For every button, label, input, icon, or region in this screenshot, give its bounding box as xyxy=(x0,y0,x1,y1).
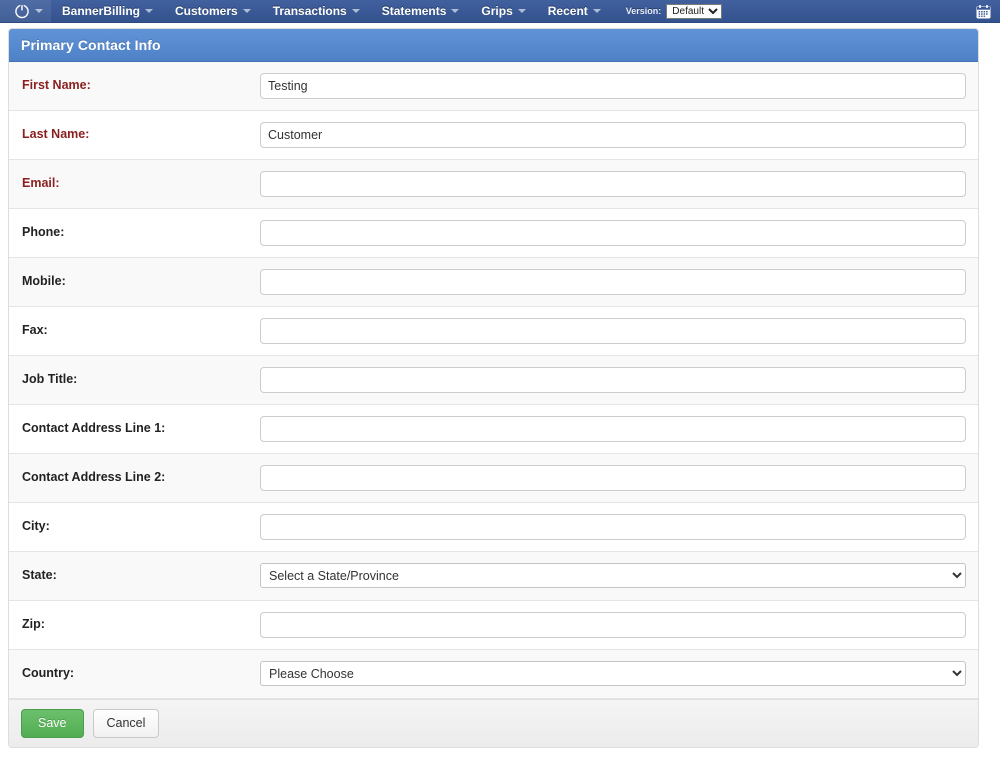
label-address-line-1: Contact Address Line 1: xyxy=(22,421,166,435)
form-row-fax: Fax: xyxy=(9,307,978,356)
chevron-down-icon xyxy=(145,9,154,13)
label-country: Country: xyxy=(22,666,75,680)
nav-menu-transactions[interactable]: Transactions xyxy=(262,0,371,22)
nav-menu-statements[interactable]: Statements xyxy=(371,0,471,22)
cancel-button[interactable]: Cancel xyxy=(92,709,160,738)
state-select[interactable]: Select a State/Province xyxy=(260,563,966,588)
save-button[interactable]: Save xyxy=(21,709,84,738)
form-row-last-name: Last Name: xyxy=(9,111,978,160)
label-last-name: Last Name: xyxy=(22,127,90,141)
zip-input[interactable] xyxy=(260,612,966,638)
form-row-mobile: Mobile: xyxy=(9,258,978,307)
chevron-down-icon xyxy=(242,9,251,13)
form-row-address-line-2: Contact Address Line 2: xyxy=(9,454,978,503)
job-title-input[interactable] xyxy=(260,367,966,393)
navbar-right-actions xyxy=(976,0,1000,22)
label-state: State: xyxy=(22,568,57,582)
nav-menu-label: BannerBilling xyxy=(62,4,141,18)
form-row-state: State: Select a State/Province xyxy=(9,552,978,601)
form-actions: Save Cancel xyxy=(9,699,978,747)
primary-contact-info-panel: Primary Contact Info First Name: Last Na… xyxy=(8,28,979,748)
label-zip: Zip: xyxy=(22,617,45,631)
form-row-job-title: Job Title: xyxy=(9,356,978,405)
fax-input[interactable] xyxy=(260,318,966,344)
chevron-down-icon xyxy=(35,9,43,13)
chevron-down-icon xyxy=(351,9,360,13)
nav-menu-label: Statements xyxy=(381,4,447,18)
contact-form: First Name: Last Name: Email: Phone: Mob xyxy=(9,62,978,699)
address-line-2-input[interactable] xyxy=(260,465,966,491)
phone-input[interactable] xyxy=(260,220,966,246)
label-city: City: xyxy=(22,519,50,533)
label-phone: Phone: xyxy=(22,225,65,239)
version-switcher: Version: Default xyxy=(612,0,731,22)
calendar-icon[interactable] xyxy=(976,4,991,19)
nav-menu-label: Recent xyxy=(547,4,588,18)
top-navbar: BannerBilling Customers Transactions Sta… xyxy=(0,0,1000,23)
city-input[interactable] xyxy=(260,514,966,540)
label-email: Email: xyxy=(22,176,60,190)
chevron-down-icon xyxy=(451,9,460,13)
form-row-zip: Zip: xyxy=(9,601,978,650)
power-icon xyxy=(14,3,30,19)
version-select[interactable]: Default xyxy=(666,3,723,19)
chevron-down-icon xyxy=(592,9,601,13)
nav-menu-label: Customers xyxy=(175,4,238,18)
form-row-email: Email: xyxy=(9,160,978,209)
nav-menu-label: Transactions xyxy=(272,4,347,18)
form-row-address-line-1: Contact Address Line 1: xyxy=(9,405,978,454)
form-row-city: City: xyxy=(9,503,978,552)
page-title: Primary Contact Info xyxy=(9,29,978,62)
nav-menu-customers[interactable]: Customers xyxy=(164,0,262,22)
version-label: Version: xyxy=(625,6,662,16)
mobile-input[interactable] xyxy=(260,269,966,295)
form-row-first-name: First Name: xyxy=(9,62,978,111)
nav-menu-label: Grips xyxy=(481,4,513,18)
nav-menu-grips[interactable]: Grips xyxy=(470,0,536,22)
address-line-1-input[interactable] xyxy=(260,416,966,442)
nav-menu-recent[interactable]: Recent xyxy=(537,0,612,22)
first-name-input[interactable] xyxy=(260,73,966,99)
power-menu-button[interactable] xyxy=(0,0,51,22)
email-input[interactable] xyxy=(260,171,966,197)
label-first-name: First Name: xyxy=(22,78,91,92)
label-address-line-2: Contact Address Line 2: xyxy=(22,470,166,484)
nav-menu-bannerbilling[interactable]: BannerBilling xyxy=(51,0,164,22)
chevron-down-icon xyxy=(517,9,526,13)
label-mobile: Mobile: xyxy=(22,274,66,288)
last-name-input[interactable] xyxy=(260,122,966,148)
form-row-country: Country: Please Choose xyxy=(9,650,978,699)
form-row-phone: Phone: xyxy=(9,209,978,258)
label-job-title: Job Title: xyxy=(22,372,78,386)
country-select[interactable]: Please Choose xyxy=(260,661,966,686)
label-fax: Fax: xyxy=(22,323,48,337)
